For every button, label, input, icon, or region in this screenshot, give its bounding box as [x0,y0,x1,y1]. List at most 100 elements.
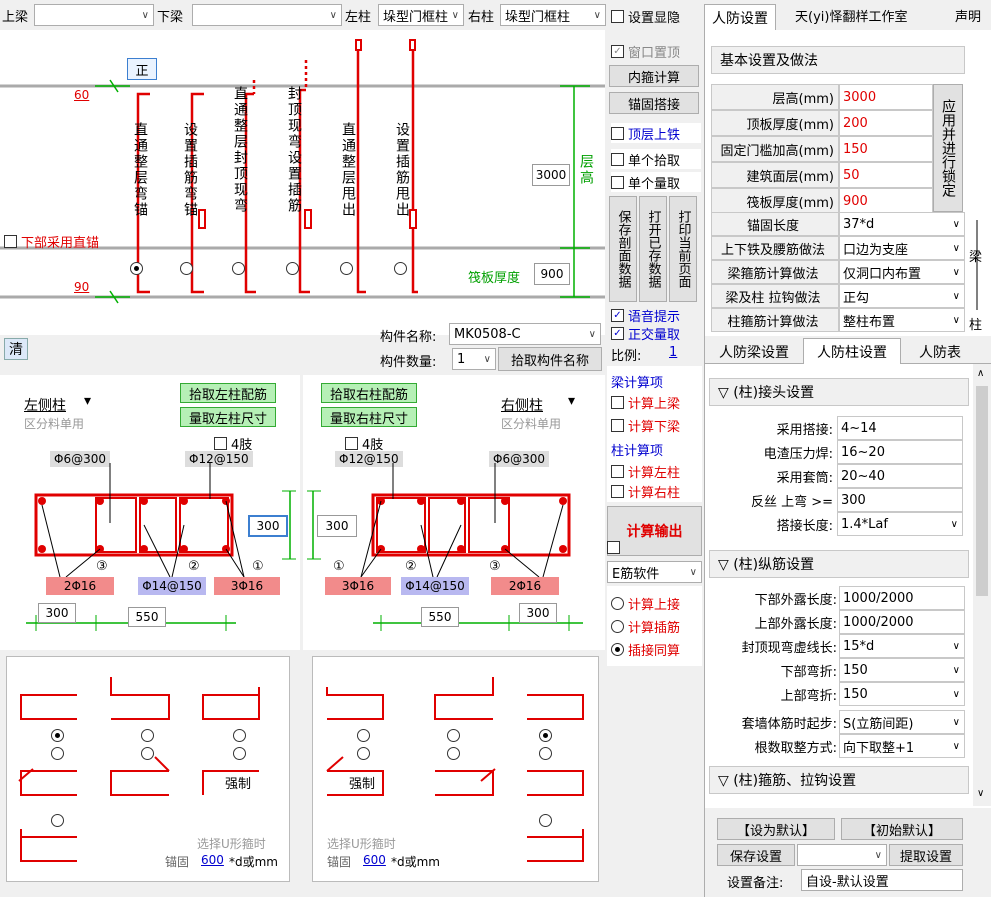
floor-height-input[interactable]: 3000 [532,164,570,186]
inner-hoop-calc-button[interactable]: 内箍计算 [609,65,699,87]
long-row-3-box[interactable]: 15*d ∨ [839,634,965,658]
lower-straight-anchor-checkbox[interactable]: 下部采用直锚 [4,232,99,251]
init-default-button[interactable]: 【初始默认】 [841,818,963,840]
voice-prompt-checkbox[interactable]: ✓ 语音提示 [611,306,680,325]
ortho-measure-checkbox[interactable]: ✓ 正交量取 [611,324,680,343]
long-row-7-box[interactable]: 向下取整+1 ∨ [839,734,965,758]
lap-row-3-value[interactable]: 20~40 [837,464,963,488]
left-rebar-c[interactable]: 3Φ16 [214,577,280,595]
settings-preset-select[interactable]: ∨ [797,844,887,866]
calc-top-beam-checkbox[interactable]: 计算上梁 [611,393,680,412]
option-radio-3[interactable] [232,262,249,275]
window-top-checkbox[interactable]: ✓ 窗口置顶 [611,42,680,61]
tab-civil-defense-settings[interactable]: 人防设置 [704,4,776,30]
scroll-up-icon[interactable]: ∧ [977,368,984,379]
right-dim-input-1[interactable]: 550 [421,607,459,627]
top-beam-select[interactable]: ∨ [34,4,154,26]
basic-row-1-value[interactable]: 3000 [839,84,933,110]
show-settings-checkbox[interactable]: 设置显隐 [611,7,680,26]
hook-radio-8[interactable] [357,729,374,742]
right-rebar-c[interactable]: 2Φ16 [491,577,559,595]
basic-row-5-value[interactable]: 900 [839,188,933,214]
left-dim-input-2[interactable]: 550 [128,607,166,627]
right-col-width-input[interactable]: 300 [317,515,357,537]
force-label-left[interactable]: 强制 [225,773,251,792]
open-saved-data-button[interactable]: 打开已存数据 [639,196,667,302]
hook-radio-13[interactable] [539,747,556,760]
calc-bottom-beam-checkbox[interactable]: 计算下梁 [611,416,680,435]
lap-row-5-box[interactable]: 1.4*Laf ∨ [837,512,963,536]
hook-radio-7[interactable] [51,814,68,827]
basic-row-4-value[interactable]: 50 [839,162,933,188]
single-pick-checkbox[interactable]: 单个拾取 [611,149,701,169]
long-row-4-box[interactable]: 150 ∨ [839,658,965,682]
right-rebar-b[interactable]: Φ14@150 [401,577,469,595]
calc-right-col-checkbox[interactable]: 计算右柱 [611,482,680,501]
basic-select-3-box[interactable]: 仅洞口内布置 ∨ [839,260,965,284]
hook-radio-5[interactable] [233,729,250,742]
basic-row-2-value[interactable]: 200 [839,110,933,136]
software-select[interactable]: E筋软件 ∨ [607,561,702,583]
scroll-down-icon[interactable]: ∨ [977,788,984,799]
hook-radio-14[interactable] [539,814,556,827]
basic-select-5-box[interactable]: 整柱布置 ∨ [839,308,965,332]
hook-radio-2[interactable] [51,747,68,760]
calc-top-lap-radio[interactable]: 计算上接 [611,594,680,613]
anchor-lap-button[interactable]: 锚固搭接 [609,92,699,114]
right-col-select[interactable]: 垛型门框柱 ∨ [500,4,606,26]
left-rebar-a[interactable]: 2Φ16 [46,577,114,595]
right-rebar-a[interactable]: 3Φ16 [325,577,391,595]
top-layer-checkbox[interactable]: 顶层上铁 [611,123,701,143]
component-name-select[interactable]: MK0508-C ∨ [449,323,601,345]
hook-radio-1[interactable] [51,729,68,742]
remark-input[interactable]: 自设-默认设置 [801,869,963,891]
basic-select-1-box[interactable]: 37*d ∨ [839,212,965,236]
lap-row-2-value[interactable]: 16~20 [837,440,963,464]
left-col-select[interactable]: 垛型门框柱 ∨ [378,4,464,26]
hook-radio-3[interactable] [141,729,158,742]
basic-select-4-box[interactable]: 正勾 ∨ [839,284,965,308]
print-page-button[interactable]: 打印当前页面 [669,196,697,302]
left-rebar-b[interactable]: Φ14@150 [138,577,206,595]
basic-select-2-box[interactable]: 口边为支座 ∨ [839,236,965,260]
lap-settings-header[interactable]: ▽ (柱)接头设置 [709,378,969,406]
basic-row-3-value[interactable]: 150 [839,136,933,162]
bottom-beam-select[interactable]: ∨ [192,4,342,26]
anchor-value-left[interactable]: 600 [201,853,224,867]
stirrup-settings-header[interactable]: ▽ (柱)箍筋、拉钩设置 [709,766,969,794]
hook-radio-11[interactable] [447,747,464,760]
tab-col-settings[interactable]: 人防柱设置 [803,338,901,365]
hook-radio-6[interactable] [233,747,250,760]
scale-value[interactable]: 1 [669,345,677,360]
right-dim-input-2[interactable]: 300 [519,603,557,623]
save-settings-button[interactable]: 保存设置 [717,844,795,866]
component-count-select[interactable]: 1 ∨ [452,348,496,370]
tab-table[interactable]: 人防表 [905,340,975,364]
insert-same-calc-radio[interactable]: 插接同算 [611,640,680,659]
front-view-button[interactable]: 正 [127,58,157,80]
top-offset-value[interactable]: 60 [74,88,89,102]
single-measure-checkbox[interactable]: 单个量取 [611,172,701,192]
set-default-button[interactable]: 【设为默认】 [717,818,835,840]
option-radio-5[interactable] [340,262,357,275]
longitudinal-settings-header[interactable]: ▽ (柱)纵筋设置 [709,550,969,578]
tab-beam-settings[interactable]: 人防梁设置 [709,340,799,364]
pick-component-name-button[interactable]: 拾取构件名称 [498,347,602,371]
slab-thickness-input[interactable]: 900 [534,263,570,285]
left-col-width-input[interactable]: 300 [248,515,288,537]
scroll-thumb[interactable] [976,386,988,596]
option-radio-4[interactable] [286,262,303,275]
long-row-5-box[interactable]: 150 ∨ [839,682,965,706]
long-row-6-box[interactable]: S(立筋间距) ∨ [839,710,965,734]
calc-output-checkbox[interactable] [607,541,624,554]
hook-radio-4[interactable] [141,747,158,760]
apply-lock-button[interactable]: 应用并进行锁定 [933,84,963,212]
lap-row-4-value[interactable]: 300 [837,488,963,512]
long-row-1-value[interactable]: 1000/2000 [839,586,965,610]
save-section-data-button[interactable]: 保存剖面数据 [609,196,637,302]
clear-button[interactable]: 清 [4,338,28,360]
hook-radio-9[interactable] [357,747,374,760]
calc-left-col-checkbox[interactable]: 计算左柱 [611,462,680,481]
option-radio-1[interactable] [130,262,147,275]
hook-radio-12[interactable] [539,729,556,742]
